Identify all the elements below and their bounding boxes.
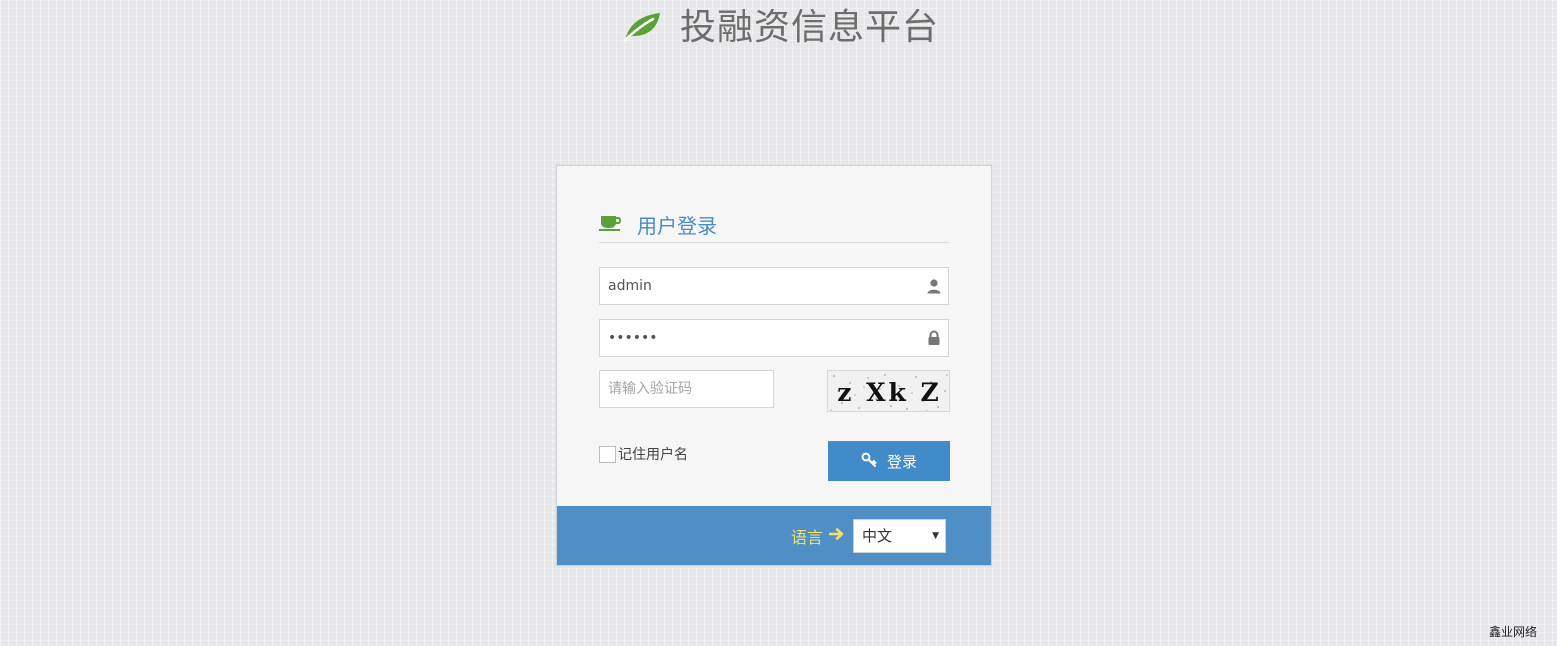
password-input[interactable]	[600, 320, 918, 356]
language-bar: 语言 中文 ▼	[557, 506, 991, 565]
login-heading-text: 用户登录	[637, 213, 717, 238]
login-button[interactable]: 登录	[828, 441, 950, 481]
coffee-cup-icon	[599, 213, 623, 235]
username-input[interactable]	[600, 268, 918, 304]
captcha-text: z Xk Z	[837, 377, 942, 407]
username-field	[599, 267, 949, 305]
brand: 投融资信息平台	[622, 10, 939, 46]
language-select[interactable]: 中文 ▼	[853, 518, 946, 553]
password-field	[599, 319, 949, 357]
language-selected-value: 中文	[862, 527, 893, 545]
login-heading: 用户登录	[599, 206, 949, 243]
watermark: 鑫业网络	[1488, 625, 1537, 639]
login-button-label: 登录	[886, 452, 917, 471]
remember-username[interactable]: 记住用户名	[599, 444, 688, 464]
remember-checkbox[interactable]	[599, 445, 616, 463]
leaf-icon	[622, 10, 662, 46]
arrow-right-icon	[828, 526, 845, 546]
captcha-field	[599, 370, 774, 408]
login-panel: 用户登录 admin •••••• 请输入验证码 z Xk Z 记住用户名 登录…	[556, 165, 992, 566]
captcha-input[interactable]	[600, 371, 768, 407]
key-icon	[861, 451, 877, 471]
user-icon	[926, 278, 942, 294]
app-title: 投融资信息平台	[679, 7, 939, 48]
captcha-image[interactable]: z Xk Z	[827, 370, 950, 412]
remember-label: 记住用户名	[618, 447, 688, 463]
chevron-down-icon: ▼	[932, 530, 939, 541]
app-header: 投融资信息平台	[0, 0, 1557, 56]
language-label: 语言	[790, 527, 823, 547]
lock-icon	[926, 330, 942, 346]
